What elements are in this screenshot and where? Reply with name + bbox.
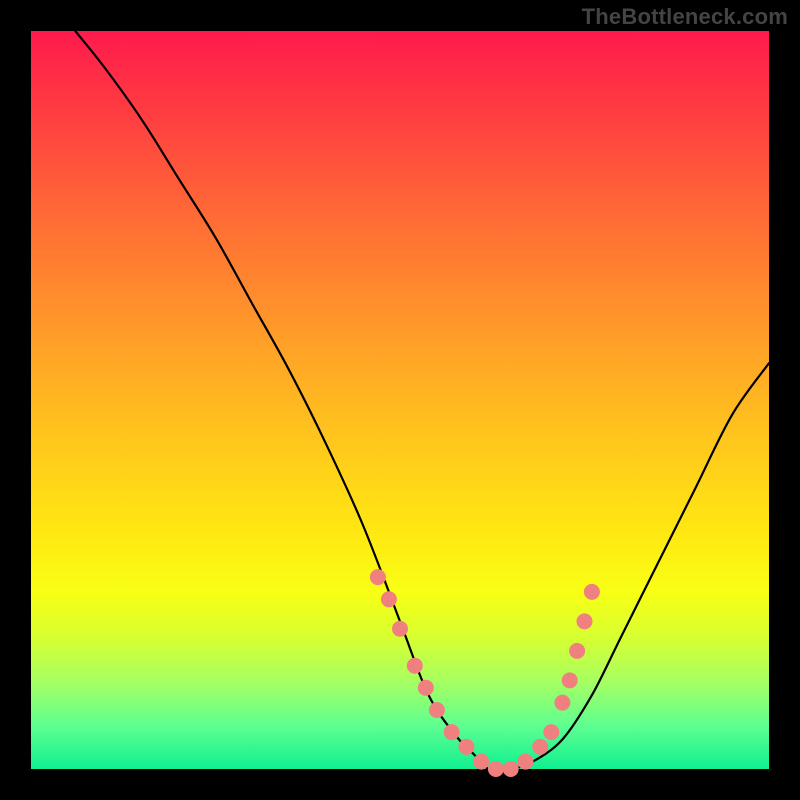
highlight-dot [488, 761, 504, 777]
highlight-dot [584, 584, 600, 600]
plot-area [31, 31, 769, 769]
highlight-dot [429, 702, 445, 718]
highlight-dot [569, 643, 585, 659]
highlight-dot [562, 672, 578, 688]
chart-frame: TheBottleneck.com [0, 0, 800, 800]
highlight-dot [473, 754, 489, 770]
highlight-dot [381, 591, 397, 607]
bottleneck-curve [75, 31, 769, 770]
highlight-dot [392, 621, 408, 637]
highlight-dot [532, 739, 548, 755]
highlight-dots [370, 569, 600, 777]
highlight-dot [543, 724, 559, 740]
highlight-dot [458, 739, 474, 755]
highlight-dot [444, 724, 460, 740]
highlight-dot [503, 761, 519, 777]
highlight-dot [554, 695, 570, 711]
chart-svg [31, 31, 769, 769]
highlight-dot [407, 658, 423, 674]
watermark-text: TheBottleneck.com [582, 4, 788, 30]
highlight-dot [418, 680, 434, 696]
highlight-dot [577, 613, 593, 629]
highlight-dot [370, 569, 386, 585]
highlight-dot [518, 754, 534, 770]
